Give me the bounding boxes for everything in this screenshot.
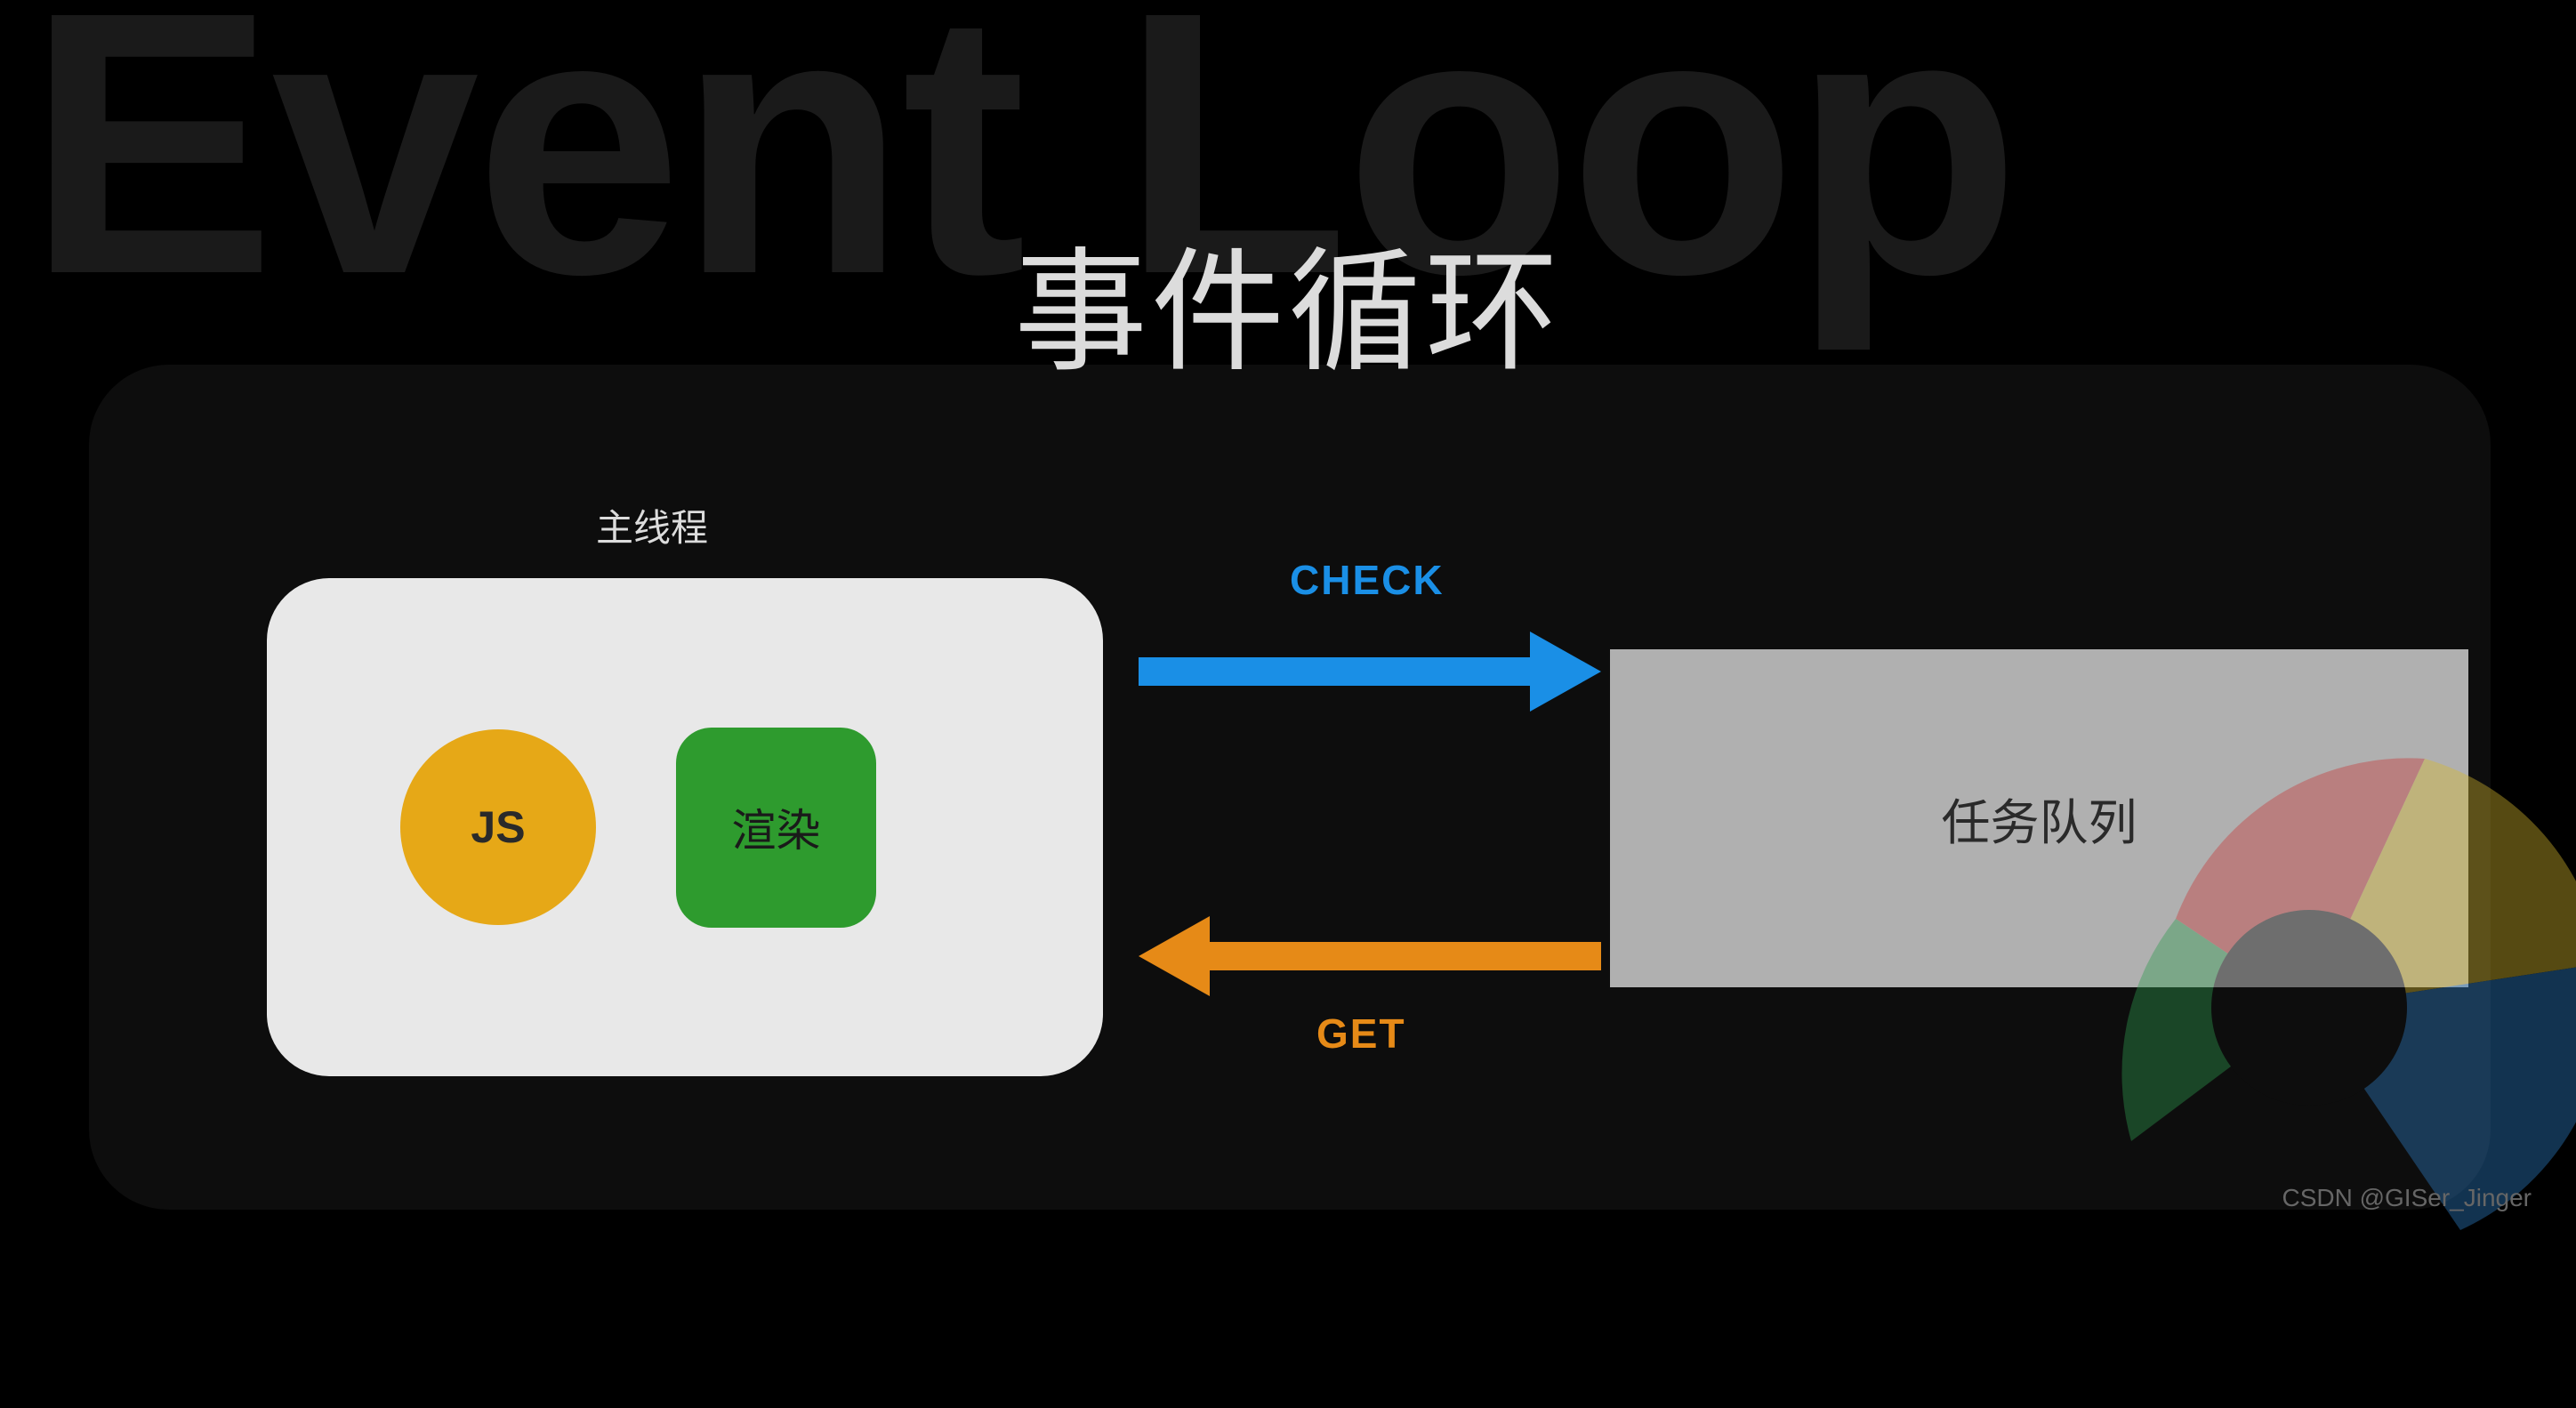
js-node-circle: JS bbox=[400, 729, 596, 925]
watermark-text: CSDN @GISer_Jinger bbox=[2282, 1184, 2532, 1212]
check-arrow-icon bbox=[1139, 623, 1601, 720]
main-thread-box: JS 渲染 bbox=[267, 578, 1103, 1076]
check-arrow-label: CHECK bbox=[1290, 556, 1445, 604]
get-arrow-label: GET bbox=[1316, 1010, 1406, 1058]
decorative-shapes-icon bbox=[1909, 607, 2576, 1408]
get-arrow-icon bbox=[1139, 907, 1601, 1005]
main-title: 事件循环 bbox=[1014, 205, 1562, 398]
render-node-box: 渲染 bbox=[676, 728, 876, 928]
main-thread-label: 主线程 bbox=[596, 498, 708, 552]
